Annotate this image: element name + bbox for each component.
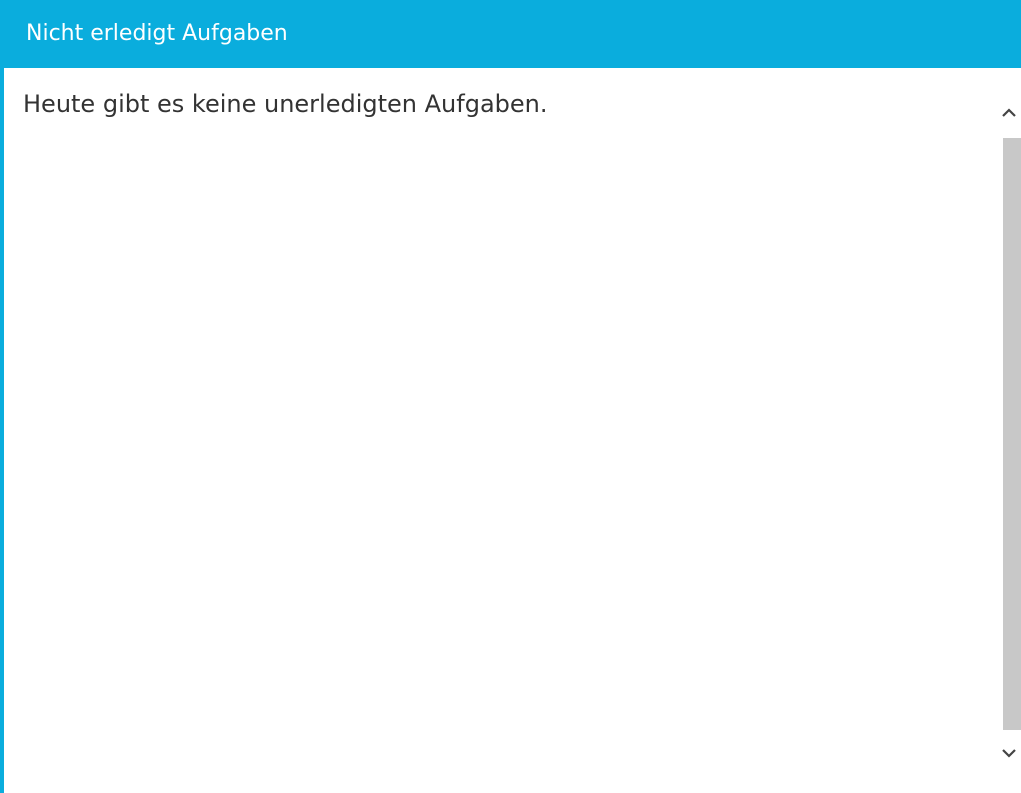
scroll-thumb[interactable] <box>1003 138 1021 730</box>
scroll-down-button[interactable] <box>997 733 1021 773</box>
panel-body: Heute gibt es keine unerledigten Aufgabe… <box>4 68 1021 793</box>
chevron-up-icon <box>1002 108 1016 117</box>
empty-tasks-message: Heute gibt es keine unerledigten Aufgabe… <box>23 90 548 118</box>
vertical-scrollbar[interactable] <box>997 92 1021 793</box>
scroll-up-button[interactable] <box>997 92 1021 132</box>
chevron-down-icon <box>1002 749 1016 758</box>
panel-title: Nicht erledigt Aufgaben <box>4 0 1021 68</box>
open-tasks-panel: Nicht erledigt Aufgaben Heute gibt es ke… <box>0 0 1021 793</box>
